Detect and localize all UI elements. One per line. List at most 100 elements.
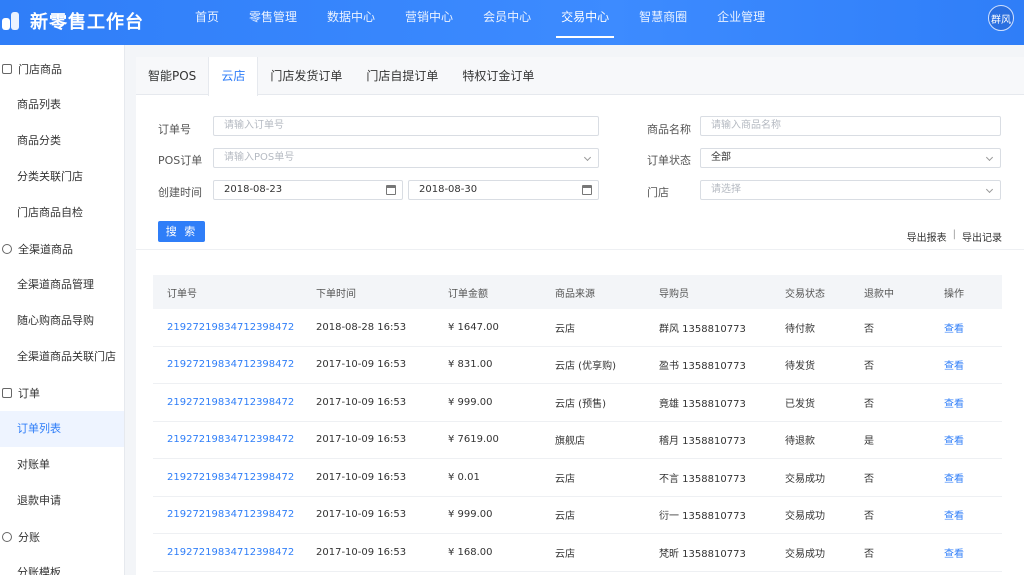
- sidebar-item-category-store[interactable]: 分类关联门店: [0, 159, 124, 195]
- document-icon: [2, 388, 12, 398]
- sidebar-group-label: 分账: [18, 531, 40, 544]
- pos-order-select[interactable]: 请输入POS单号: [213, 148, 599, 168]
- chevron-down-icon: [583, 153, 592, 162]
- view-link[interactable]: 查看: [944, 470, 1002, 485]
- nav-business-circle[interactable]: 智慧商圈: [624, 0, 702, 45]
- table-header: 订单号 下单时间 订单金额 商品来源 导购员 交易状态 退款中 操作: [153, 275, 1002, 309]
- col-guide: 导购员: [659, 288, 689, 300]
- status-cell: 交易成功: [785, 511, 825, 523]
- sidebar-item-omni-store[interactable]: 全渠道商品关联门店: [0, 339, 124, 375]
- nav-data[interactable]: 数据中心: [312, 0, 390, 45]
- product-name-input[interactable]: 请输入商品名称: [700, 116, 1001, 136]
- order-table: 订单号 下单时间 订单金额 商品来源 导购员 交易状态 退款中 操作 21927…: [153, 275, 1002, 572]
- order-no-link[interactable]: 21927219834712398472: [153, 322, 316, 333]
- nav-home[interactable]: 首页: [180, 0, 234, 45]
- store-label: 门店: [647, 186, 669, 199]
- sidebar-item-product-list[interactable]: 商品列表: [0, 87, 124, 123]
- refunding-cell: 否: [864, 473, 874, 485]
- export-links: 导出报表 | 导出记录: [907, 229, 1002, 244]
- order-time-cell: 2017-10-09 16:53: [316, 434, 407, 446]
- col-order-time: 下单时间: [316, 288, 356, 300]
- store-select[interactable]: 请选择: [700, 180, 1001, 200]
- sidebar-item-product-category[interactable]: 商品分类: [0, 123, 124, 159]
- tab-store-delivery[interactable]: 门店发货订单: [258, 57, 354, 95]
- order-time-cell: 2017-10-09 16:53: [316, 359, 407, 371]
- start-date-input[interactable]: 2018-08-23: [213, 180, 403, 200]
- guide-cell: 盈书 1358810773: [659, 361, 746, 373]
- tab-smart-pos[interactable]: 智能POS: [136, 57, 208, 95]
- export-report-link[interactable]: 导出报表: [907, 229, 947, 244]
- sidebar-item-order-list[interactable]: 订单列表: [0, 411, 124, 447]
- order-no-link[interactable]: 21927219834712398472: [153, 472, 316, 483]
- sidebar-item-statement[interactable]: 对账单: [0, 447, 124, 483]
- guide-cell: 群风 1358810773: [659, 323, 746, 335]
- nav-marketing[interactable]: 营销中心: [390, 0, 468, 45]
- col-action: 操作: [944, 288, 964, 300]
- view-link[interactable]: 查看: [944, 395, 1002, 410]
- view-link[interactable]: 查看: [944, 507, 1002, 522]
- order-no-label: 订单号: [158, 123, 191, 136]
- refunding-cell: 否: [864, 511, 874, 523]
- tab-deposit[interactable]: 特权订金订单: [450, 57, 546, 95]
- amount-cell: ¥ 831.00: [448, 359, 493, 371]
- sidebar-item-refund[interactable]: 退款申请: [0, 483, 124, 519]
- order-tabs: 智能POS 云店 门店发货订单 门店自提订单 特权订金订单: [136, 57, 1024, 96]
- order-no-input[interactable]: 请输入订单号: [213, 116, 599, 136]
- sidebar-group-store-products[interactable]: 门店商品: [0, 51, 124, 87]
- sidebar-group-orders[interactable]: 订单: [0, 375, 124, 411]
- sidebar-group-omnichannel[interactable]: 全渠道商品: [0, 231, 124, 267]
- order-no-link[interactable]: 21927219834712398472: [153, 434, 316, 445]
- globe-icon: [2, 244, 12, 254]
- nav-retail[interactable]: 零售管理: [234, 0, 312, 45]
- source-cell: 云店: [555, 323, 575, 335]
- status-cell: 待付款: [785, 323, 815, 335]
- pos-order-label: POS订单: [158, 154, 203, 167]
- store-placeholder: 请选择: [711, 184, 741, 195]
- app-logo[interactable]: 新零售工作台: [0, 7, 144, 35]
- sidebar-item-shopping-guide[interactable]: 随心购商品导购: [0, 303, 124, 339]
- source-cell: 云店: [555, 511, 575, 523]
- nav-members[interactable]: 会员中心: [468, 0, 546, 45]
- link-separator: |: [952, 229, 956, 240]
- guide-cell: 竟雄 1358810773: [659, 398, 746, 410]
- sidebar-item-product-selfcheck[interactable]: 门店商品自检: [0, 195, 124, 231]
- refunding-cell: 否: [864, 361, 874, 373]
- search-button[interactable]: 搜 索: [158, 221, 205, 242]
- sidebar-item-omni-manage[interactable]: 全渠道商品管理: [0, 267, 124, 303]
- view-link[interactable]: 查看: [944, 320, 1002, 335]
- tab-store-pickup[interactable]: 门店自提订单: [354, 57, 450, 95]
- view-link[interactable]: 查看: [944, 545, 1002, 560]
- order-time-cell: 2017-10-09 16:53: [316, 509, 407, 521]
- end-date-value: 2018-08-30: [419, 184, 478, 195]
- table-row: 21927219834712398472 2017-10-09 16:53 ¥ 76…: [153, 422, 1002, 459]
- pos-order-placeholder: 请输入POS单号: [224, 152, 295, 163]
- amount-cell: ¥ 168.00: [448, 546, 493, 558]
- order-no-link[interactable]: 21927219834712398472: [153, 397, 316, 408]
- nav-enterprise[interactable]: 企业管理: [702, 0, 780, 45]
- sidebar-group-split[interactable]: 分账: [0, 519, 124, 555]
- order-no-link[interactable]: 21927219834712398472: [153, 359, 316, 370]
- order-no-link[interactable]: 21927219834712398472: [153, 547, 316, 558]
- top-bar: 新零售工作台 首页 零售管理 数据中心 营销中心 会员中心 交易中心 智慧商圈 …: [0, 0, 1024, 45]
- top-nav: 首页 零售管理 数据中心 营销中心 会员中心 交易中心 智慧商圈 企业管理: [180, 0, 780, 45]
- user-avatar[interactable]: 群风: [988, 5, 1014, 31]
- view-link[interactable]: 查看: [944, 357, 1002, 372]
- order-status-select[interactable]: 全部: [700, 148, 1001, 168]
- main-panel: 智能POS 云店 门店发货订单 门店自提订单 特权订金订单 订单号 请输入订单号…: [136, 57, 1024, 575]
- sidebar-item-split-template[interactable]: 分账模板: [0, 555, 124, 575]
- end-date-input[interactable]: 2018-08-30: [408, 180, 599, 200]
- source-cell: 云店: [555, 548, 575, 560]
- order-no-link[interactable]: 21927219834712398472: [153, 509, 316, 520]
- status-cell: 待退款: [785, 436, 815, 448]
- sidebar: 门店商品 商品列表 商品分类 分类关联门店 门店商品自检 全渠道商品 全渠道商品…: [0, 45, 125, 575]
- tab-cloud-store[interactable]: 云店: [208, 57, 259, 96]
- sidebar-group-label: 门店商品: [18, 63, 62, 76]
- col-refunding: 退款中: [864, 288, 894, 300]
- export-record-link[interactable]: 导出记录: [962, 229, 1002, 244]
- nav-trade[interactable]: 交易中心: [546, 0, 624, 45]
- sidebar-group-label: 订单: [18, 387, 40, 400]
- view-link[interactable]: 查看: [944, 432, 1002, 447]
- amount-cell: ¥ 7619.00: [448, 434, 499, 446]
- amount-cell: ¥ 0.01: [448, 471, 480, 483]
- order-time-cell: 2017-10-09 16:53: [316, 396, 407, 408]
